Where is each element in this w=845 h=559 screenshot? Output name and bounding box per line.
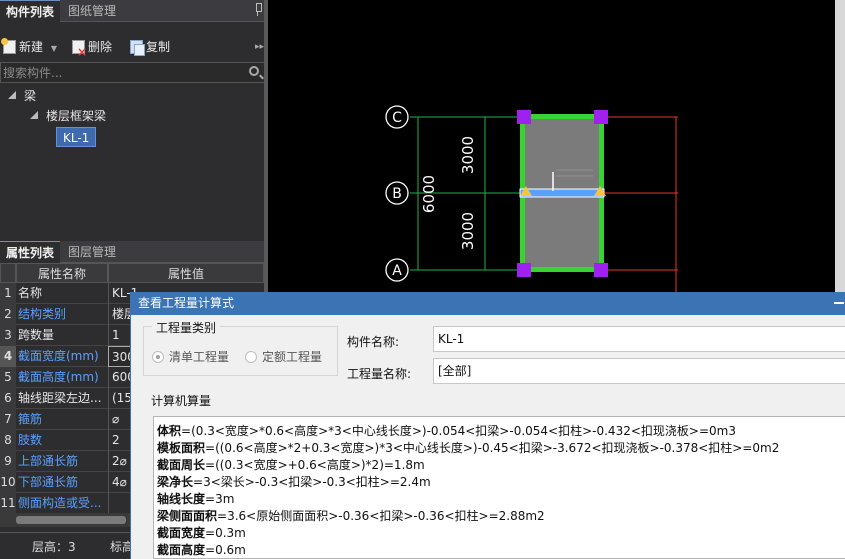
tab-layer-management[interactable]: 图层管理: [62, 241, 126, 263]
search-icon[interactable]: [249, 66, 259, 76]
radio-circle-icon: [245, 351, 257, 363]
beam-kl1-selected[interactable]: [519, 188, 605, 198]
view-quantity-formula-dialog: 查看工程量计算式 工程量类别 清单工程量 定额工程量 构件名称: KL-1 工程…: [130, 292, 845, 559]
canvas-side-panel: [835, 0, 845, 292]
calculation-formula-box[interactable]: 体积=(0.3<宽度>*0.6<高度>*3<中心线长度>)-0.054<扣梁>-…: [153, 416, 845, 559]
dialog-title: 查看工程量计算式: [138, 296, 235, 310]
component-toolbar: 新建 ▼ 删除 复制 ▸▸: [0, 36, 268, 58]
formula-line: 截面周长=((0.3<宽度>+0.6<高度>)*2)=1.8m: [157, 458, 425, 472]
search-input[interactable]: [1, 63, 241, 82]
quantity-category-label: 工程量类别: [152, 319, 221, 336]
drawing-canvas[interactable]: C B A 6000 3000 3000: [268, 0, 845, 292]
tab-drawing-management[interactable]: 图纸管理: [62, 0, 126, 22]
column-a-right[interactable]: [594, 263, 608, 277]
quantity-category-group: 工程量类别 清单工程量 定额工程量: [143, 319, 338, 376]
dropdown-arrow-icon[interactable]: ▼: [51, 44, 57, 53]
formula-line: 截面高度=0.6m: [157, 543, 246, 557]
header-property-value: 属性值: [108, 263, 264, 283]
dialog-titlebar[interactable]: 查看工程量计算式: [131, 292, 845, 315]
beam-bottom[interactable]: [520, 267, 604, 272]
pin-icon[interactable]: [254, 3, 262, 16]
column-c-right[interactable]: [594, 110, 608, 124]
properties-tabbar: 属性列表 图层管理: [0, 241, 268, 263]
radio-bill-quantity[interactable]: 清单工程量: [152, 348, 229, 365]
copy-button[interactable]: 复制: [130, 36, 170, 58]
axis-label-c: C: [392, 110, 402, 126]
components-tabbar: 构件列表 图纸管理: [0, 0, 268, 22]
component-name-label: 构件名称:: [347, 335, 400, 349]
toolbar-overflow-icon[interactable]: ▸▸: [255, 36, 264, 58]
beam-top[interactable]: [520, 114, 604, 119]
formula-line: 梁净长=3<梁长>-0.3<扣梁>-0.3<扣柱>=2.4m: [157, 475, 431, 489]
delete-button[interactable]: 删除: [72, 36, 112, 58]
new-button[interactable]: 新建 ▼: [1, 36, 57, 58]
quantity-name-label: 工程量名称:: [347, 367, 412, 381]
tab-property-list[interactable]: 属性列表: [0, 241, 60, 263]
axis-label-b: B: [392, 186, 402, 202]
column-c-left[interactable]: [517, 110, 531, 124]
formula-line: 轴线长度=3m: [157, 492, 235, 506]
component-search: [0, 62, 266, 83]
delete-icon: [72, 40, 87, 57]
table-corner: [0, 263, 16, 283]
plan-drawing: C B A 6000 3000 3000: [385, 0, 845, 292]
formula-line: 截面宽度=0.3m: [157, 526, 246, 540]
collapse-icon[interactable]: [8, 91, 16, 99]
collapse-icon[interactable]: [30, 111, 38, 119]
component-name-field[interactable]: KL-1: [433, 326, 845, 352]
radio-quota-quantity[interactable]: 定额工程量: [245, 348, 322, 365]
radio-circle-icon: [152, 351, 164, 363]
tree-node-beam[interactable]: 梁: [8, 86, 36, 106]
new-icon: [1, 38, 16, 54]
axis-label-a: A: [392, 263, 402, 279]
dim-lower: 3000: [459, 212, 477, 250]
tree-node-floor-frame-beam[interactable]: 楼层框架梁: [30, 106, 106, 126]
formula-line: 梁侧面面积=3.6<原始侧面面积>-0.36<扣梁>-0.36<扣柱>=2.88…: [157, 509, 545, 523]
formula-line: 体积=(0.3<宽度>*0.6<高度>*3<中心线长度>)-0.054<扣梁>-…: [157, 424, 736, 438]
dim-total: 6000: [420, 175, 438, 213]
computer-calc-label: 计算机算量: [151, 394, 212, 408]
floor-height-status: 层高：3: [32, 540, 76, 554]
tab-component-list[interactable]: 构件列表: [0, 0, 60, 22]
quantity-name-select[interactable]: [全部]: [433, 358, 845, 384]
dim-upper: 3000: [459, 136, 477, 174]
copy-icon: [130, 40, 145, 56]
formula-line: 模板面积=((0.6<高度>*2+0.3<宽度>)*3<中心线长度>)-0.45…: [157, 441, 780, 455]
minimize-icon[interactable]: [834, 302, 844, 304]
tree-node-kl1[interactable]: KL-1: [56, 127, 97, 147]
header-property-name: 属性名称: [16, 263, 108, 283]
column-a-left[interactable]: [517, 263, 531, 277]
